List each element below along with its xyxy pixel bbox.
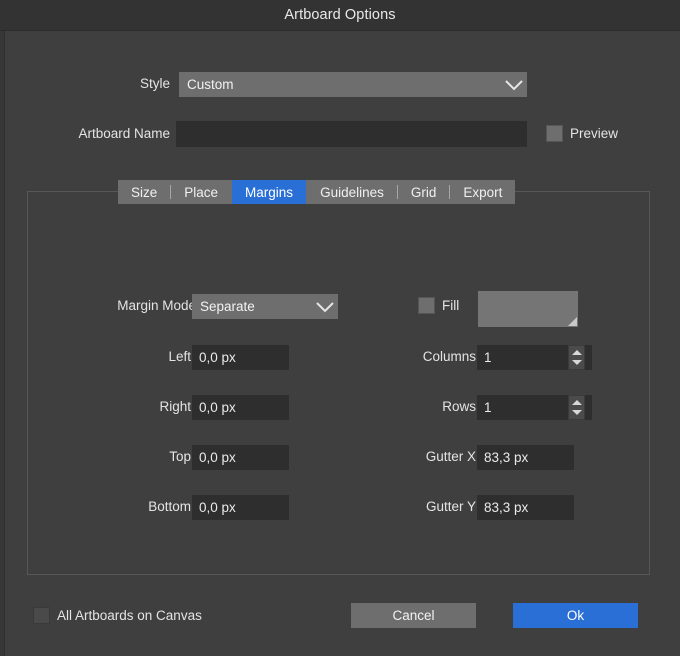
- left-margin-input[interactable]: 0,0 px: [192, 345, 289, 370]
- tab-export[interactable]: Export: [450, 180, 516, 204]
- artboard-name-input[interactable]: [176, 121, 527, 147]
- style-select-value: Custom: [187, 77, 234, 92]
- rows-stepper[interactable]: [568, 395, 585, 420]
- preview-checkbox-label: Preview: [570, 126, 619, 141]
- tab-size[interactable]: Size: [118, 180, 171, 204]
- tab-size-label: Size: [131, 184, 158, 200]
- stepper-up-icon[interactable]: [571, 350, 582, 355]
- fill-checkbox-label: Fill: [442, 298, 460, 313]
- top-margin-value: 0,0 px: [199, 450, 236, 465]
- chevron-down-icon: [501, 72, 527, 97]
- tab-margins[interactable]: Margins: [232, 180, 307, 204]
- all-artboards-checkbox[interactable]: All Artboards on Canvas: [33, 607, 243, 626]
- bottom-margin-value: 0,0 px: [199, 500, 236, 515]
- preview-checkbox-box[interactable]: [546, 125, 563, 142]
- tab-margins-label: Margins: [245, 184, 294, 200]
- preview-checkbox[interactable]: Preview: [546, 125, 636, 144]
- rows-label: Rows: [442, 399, 476, 414]
- tab-bar: Size Place Margins Guidelines Grid Expor…: [118, 180, 516, 204]
- style-label: Style: [139, 76, 170, 91]
- gutter-y-value: 83,3 px: [484, 500, 529, 515]
- left-margin-label: Left: [168, 349, 191, 364]
- tab-place[interactable]: Place: [171, 180, 232, 204]
- tab-grid-label: Grid: [410, 184, 437, 200]
- gutter-y-label: Gutter Y: [425, 499, 476, 514]
- all-artboards-checkbox-box[interactable]: [33, 607, 50, 624]
- left-margin-value: 0,0 px: [199, 350, 236, 365]
- margins-panel: Margin Mode Separate Left 0,0 px Right 0…: [27, 191, 650, 575]
- columns-label: Columns: [422, 349, 476, 364]
- artboard-options-dialog: Artboard Options Style Custom Artboard N…: [0, 0, 680, 656]
- margin-mode-select[interactable]: Separate: [192, 294, 338, 319]
- tab-export-label: Export: [463, 184, 503, 200]
- bottom-margin-input[interactable]: 0,0 px: [192, 495, 289, 520]
- stepper-down-icon[interactable]: [571, 360, 582, 365]
- columns-stepper[interactable]: [568, 345, 585, 370]
- cancel-button-label: Cancel: [392, 608, 435, 623]
- right-margin-input[interactable]: 0,0 px: [192, 395, 289, 420]
- fill-color-swatch[interactable]: [478, 291, 578, 327]
- right-margin-value: 0,0 px: [199, 400, 236, 415]
- gutter-x-value: 83,3 px: [484, 450, 529, 465]
- tab-place-label: Place: [184, 184, 219, 200]
- tab-guidelines-label: Guidelines: [320, 184, 384, 200]
- margin-mode-value: Separate: [200, 299, 255, 314]
- ok-button-label: Ok: [566, 608, 585, 623]
- tab-grid[interactable]: Grid: [397, 180, 450, 204]
- rows-value: 1: [484, 400, 492, 415]
- all-artboards-checkbox-label: All Artboards on Canvas: [57, 608, 202, 623]
- bottom-margin-label: Bottom: [148, 499, 191, 514]
- stepper-down-icon[interactable]: [571, 410, 582, 415]
- gutter-y-input[interactable]: 83,3 px: [477, 495, 574, 520]
- gutter-x-label: Gutter X: [425, 449, 476, 464]
- top-margin-input[interactable]: 0,0 px: [192, 445, 289, 470]
- margin-mode-label: Margin Mode: [117, 298, 196, 313]
- top-margin-label: Top: [169, 449, 191, 464]
- chevron-down-icon: [312, 294, 338, 319]
- gutter-x-input[interactable]: 83,3 px: [477, 445, 574, 470]
- fill-checkbox-box[interactable]: [418, 297, 435, 314]
- dialog-titlebar: Artboard Options: [0, 0, 680, 31]
- window-left-edge: [0, 31, 5, 656]
- ok-button[interactable]: Ok: [513, 603, 638, 628]
- cancel-button[interactable]: Cancel: [351, 603, 476, 628]
- columns-value: 1: [484, 350, 492, 365]
- stepper-up-icon[interactable]: [571, 400, 582, 405]
- right-margin-label: Right: [159, 399, 191, 414]
- artboard-name-label: Artboard Name: [78, 126, 170, 141]
- dialog-title: Artboard Options: [284, 7, 396, 23]
- style-select[interactable]: Custom: [179, 72, 527, 97]
- tab-guidelines[interactable]: Guidelines: [307, 180, 397, 204]
